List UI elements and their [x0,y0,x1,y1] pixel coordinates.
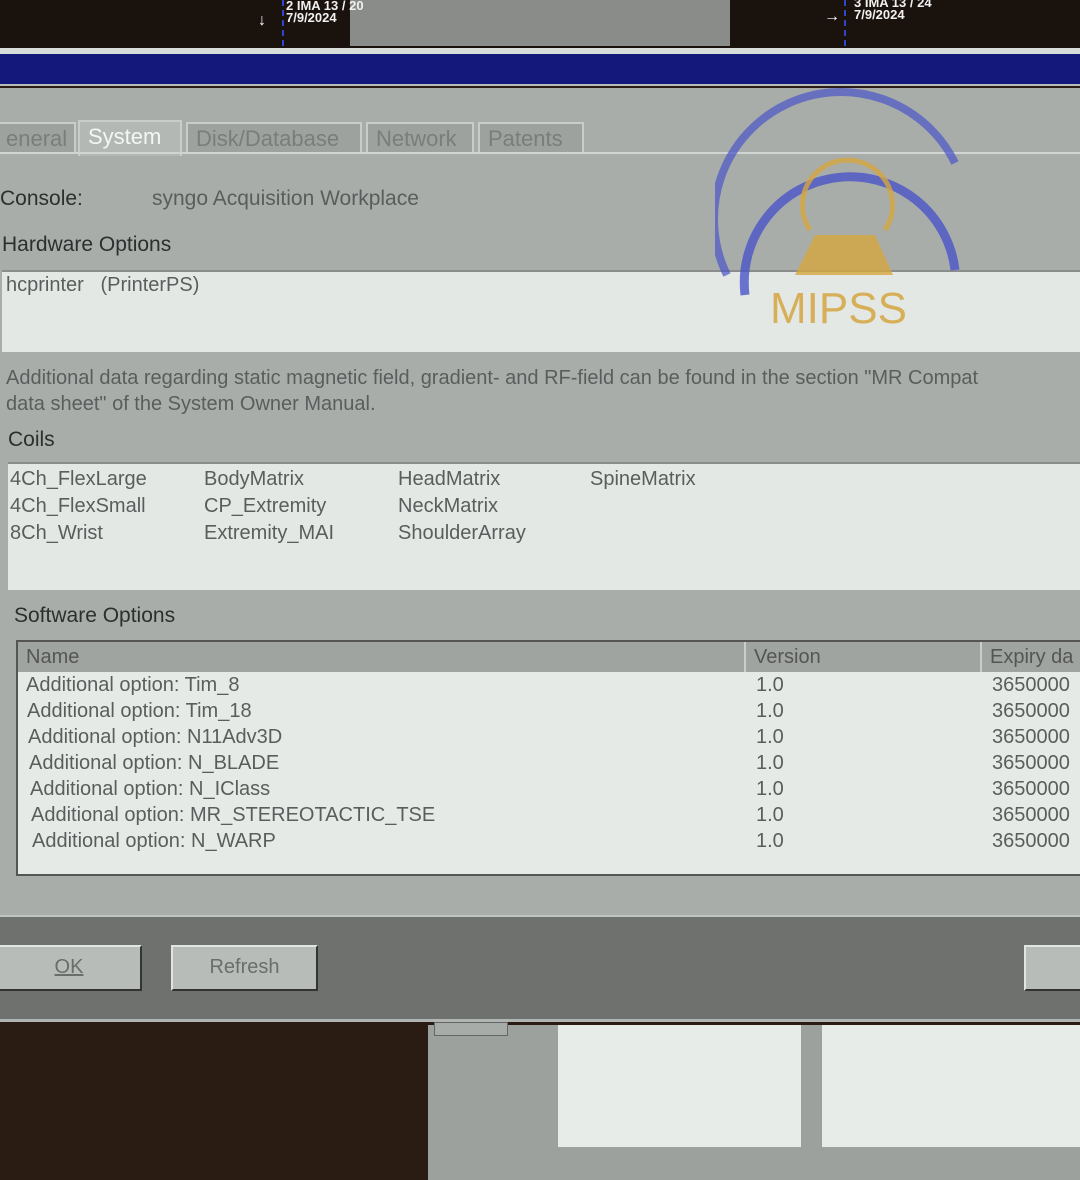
cell-expiry: 3650000 [992,674,1070,696]
tab-patents[interactable]: Patents [478,122,584,154]
mr-compat-note: Additional data regarding static magneti… [6,367,979,415]
cell-name: Additional option: N11Adv3D [28,726,283,748]
svg-text:MIPSS: MIPSS [770,284,907,333]
image-label: 2 IMA 13 / 20 7/9/2024 [286,0,364,25]
logo-base [795,235,893,275]
help-button[interactable] [1024,945,1080,991]
cell-expiry: 3650000 [992,778,1070,800]
empty-viewport[interactable] [822,1025,1080,1147]
coils-list[interactable]: 4Ch_FlexLarge 4Ch_FlexSmall 8Ch_Wrist Body… [8,462,1080,590]
cell-name: Additional option: Tim_8 [26,674,240,696]
image-thumbnail[interactable] [350,0,730,46]
scroll-tab[interactable] [434,1022,508,1036]
column-header-expiry[interactable]: Expiry da [982,642,1080,672]
list-item[interactable]: CP_Extremity [204,493,334,520]
list-item[interactable]: Extremity_MAI [204,520,334,547]
orientation-arrow-icon: ↓ [258,12,266,29]
viewport-border [844,0,846,46]
table-row[interactable]: Additional option: Tim_8 1.0 3650000 [18,674,1080,700]
tab-network[interactable]: Network [366,122,474,154]
cell-name: Additional option: N_BLADE [29,752,280,774]
table-row[interactable]: Additional option: MR_STEREOTACTIC_TSE 1.… [18,804,1080,830]
ok-button[interactable]: OK [0,945,142,991]
cell-version: 1.0 [756,830,784,852]
hardware-options-heading: Hardware Options [2,233,172,256]
button-bar [0,915,1080,1022]
list-item[interactable]: 4Ch_FlexLarge [10,466,147,493]
list-item[interactable]: NeckMatrix [398,493,526,520]
list-item[interactable]: 4Ch_FlexSmall [10,493,147,520]
coils-heading: Coils [8,428,55,451]
cell-version: 1.0 [756,752,784,774]
list-item[interactable]: 8Ch_Wrist [10,520,147,547]
tab-general[interactable]: eneral [0,122,76,154]
table-row[interactable]: Additional option: N11Adv3D 1.0 3650000 [18,726,1080,752]
list-item[interactable]: BodyMatrix [204,466,334,493]
column-header-version[interactable]: Version [746,642,982,672]
viewport-border [282,0,284,46]
image-label: 3 IMA 13 / 24 7/9/2024 [854,0,932,22]
cell-version: 1.0 [756,674,784,696]
cell-version: 1.0 [756,778,784,800]
tab-disk-database[interactable]: Disk/Database [186,122,362,154]
software-options-heading: Software Options [14,604,176,627]
cell-expiry: 3650000 [992,804,1070,826]
cell-expiry: 3650000 [992,830,1070,852]
cell-name: Additional option: Tim_18 [27,700,252,722]
cell-expiry: 3650000 [992,700,1070,722]
list-item[interactable]: HeadMatrix [398,466,526,493]
console-value: syngo Acquisition Workplace [152,187,419,210]
list-item[interactable]: ShoulderArray [398,520,526,547]
table-row[interactable]: Additional option: N_IClass 1.0 3650000 [18,778,1080,804]
cell-expiry: 3650000 [992,726,1070,748]
mipss-watermark-logo: MIPSS [715,88,960,333]
cell-version: 1.0 [756,804,784,826]
console-label: Console: [0,187,83,210]
cell-version: 1.0 [756,726,784,748]
table-row[interactable]: Additional option: Tim_18 1.0 3650000 [18,700,1080,726]
logo-head [800,157,895,232]
cell-name: Additional option: N_WARP [32,830,276,852]
cell-name: Additional option: N_IClass [30,778,271,800]
orientation-arrow-icon: → [824,8,840,25]
table-row[interactable]: Additional option: N_BLADE 1.0 3650000 [18,752,1080,778]
software-options-table: Name Version Expiry da Additional option… [16,640,1080,876]
cell-name: Additional option: MR_STEREOTACTIC_TSE [31,804,436,826]
empty-viewport[interactable] [558,1025,801,1147]
cell-version: 1.0 [756,700,784,722]
dialog-title-bar[interactable] [0,54,1080,86]
tab-system[interactable]: System [78,120,182,156]
column-header-name[interactable]: Name [18,642,746,672]
table-row[interactable]: Additional option: N_WARP 1.0 3650000 [18,830,1080,856]
refresh-button[interactable]: Refresh [171,945,318,991]
cell-expiry: 3650000 [992,752,1070,774]
list-item[interactable]: SpineMatrix [590,466,696,493]
